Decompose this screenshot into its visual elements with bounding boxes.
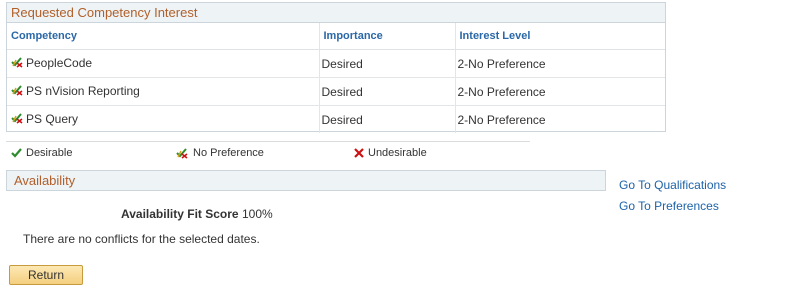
go-to-preferences-link[interactable]: Go To Preferences [619, 199, 719, 213]
importance-cell: Desired [319, 77, 456, 106]
no-conflicts-message: There are no conflicts for the selected … [23, 232, 260, 246]
column-header-competency[interactable]: Competency [7, 23, 320, 50]
legend-undesirable: Undesirable [354, 147, 427, 159]
table-row: PS nVision Reporting Desired 2-No Prefer… [7, 77, 665, 106]
competency-table: Competency Importance Interest Level Peo… [7, 23, 665, 133]
table-header-row: Competency Importance Interest Level [7, 23, 665, 50]
legend-no-preference-label: No Preference [193, 147, 264, 159]
interest-level-cell: 2-No Preference [457, 112, 546, 127]
competency-grid: Requested Competency Interest Competency… [6, 2, 666, 133]
competency-name: PeopleCode [26, 55, 93, 70]
availability-fit-score-value: 100% [242, 207, 273, 221]
no-preference-icon [11, 112, 24, 127]
availability-fit-score-label: Availability Fit Score [121, 207, 239, 221]
importance-cell: Desired [319, 105, 456, 133]
no-preference-icon [176, 148, 188, 159]
interest-level-cell: 2-No Preference [455, 49, 665, 78]
return-button[interactable]: Return [9, 265, 83, 285]
competency-cell: PS nVision Reporting [7, 77, 320, 106]
competency-cell: PS Query [7, 105, 320, 133]
importance-cell: Desired [319, 49, 456, 78]
competency-grid-title: Requested Competency Interest [7, 3, 665, 23]
legend-undesirable-label: Undesirable [368, 147, 427, 159]
legend-desirable-label: Desirable [26, 147, 73, 159]
legend-desirable: Desirable [11, 147, 72, 159]
go-to-qualifications-link[interactable]: Go To Qualifications [619, 178, 726, 192]
interest-level-cell: 2-No Preference [455, 77, 665, 106]
availability-section-title: Availability [6, 170, 606, 191]
table-row: PS Query Desired 2-No Preference [7, 105, 665, 133]
desirable-check-icon [11, 148, 22, 158]
column-header-interest-level[interactable]: Interest Level [455, 23, 665, 50]
no-preference-icon [11, 84, 24, 99]
legend: Desirable No Preference Undesirable [6, 141, 530, 162]
table-row: PeopleCode Desired 2-No Preference [7, 49, 665, 78]
no-preference-icon [11, 56, 24, 71]
undesirable-x-icon [354, 148, 364, 158]
competency-name: PS Query [26, 111, 79, 126]
legend-no-preference: No Preference [176, 147, 264, 159]
competency-cell: PeopleCode [7, 49, 320, 78]
competency-name: PS nVision Reporting [26, 83, 140, 98]
column-header-importance[interactable]: Importance [319, 23, 456, 50]
